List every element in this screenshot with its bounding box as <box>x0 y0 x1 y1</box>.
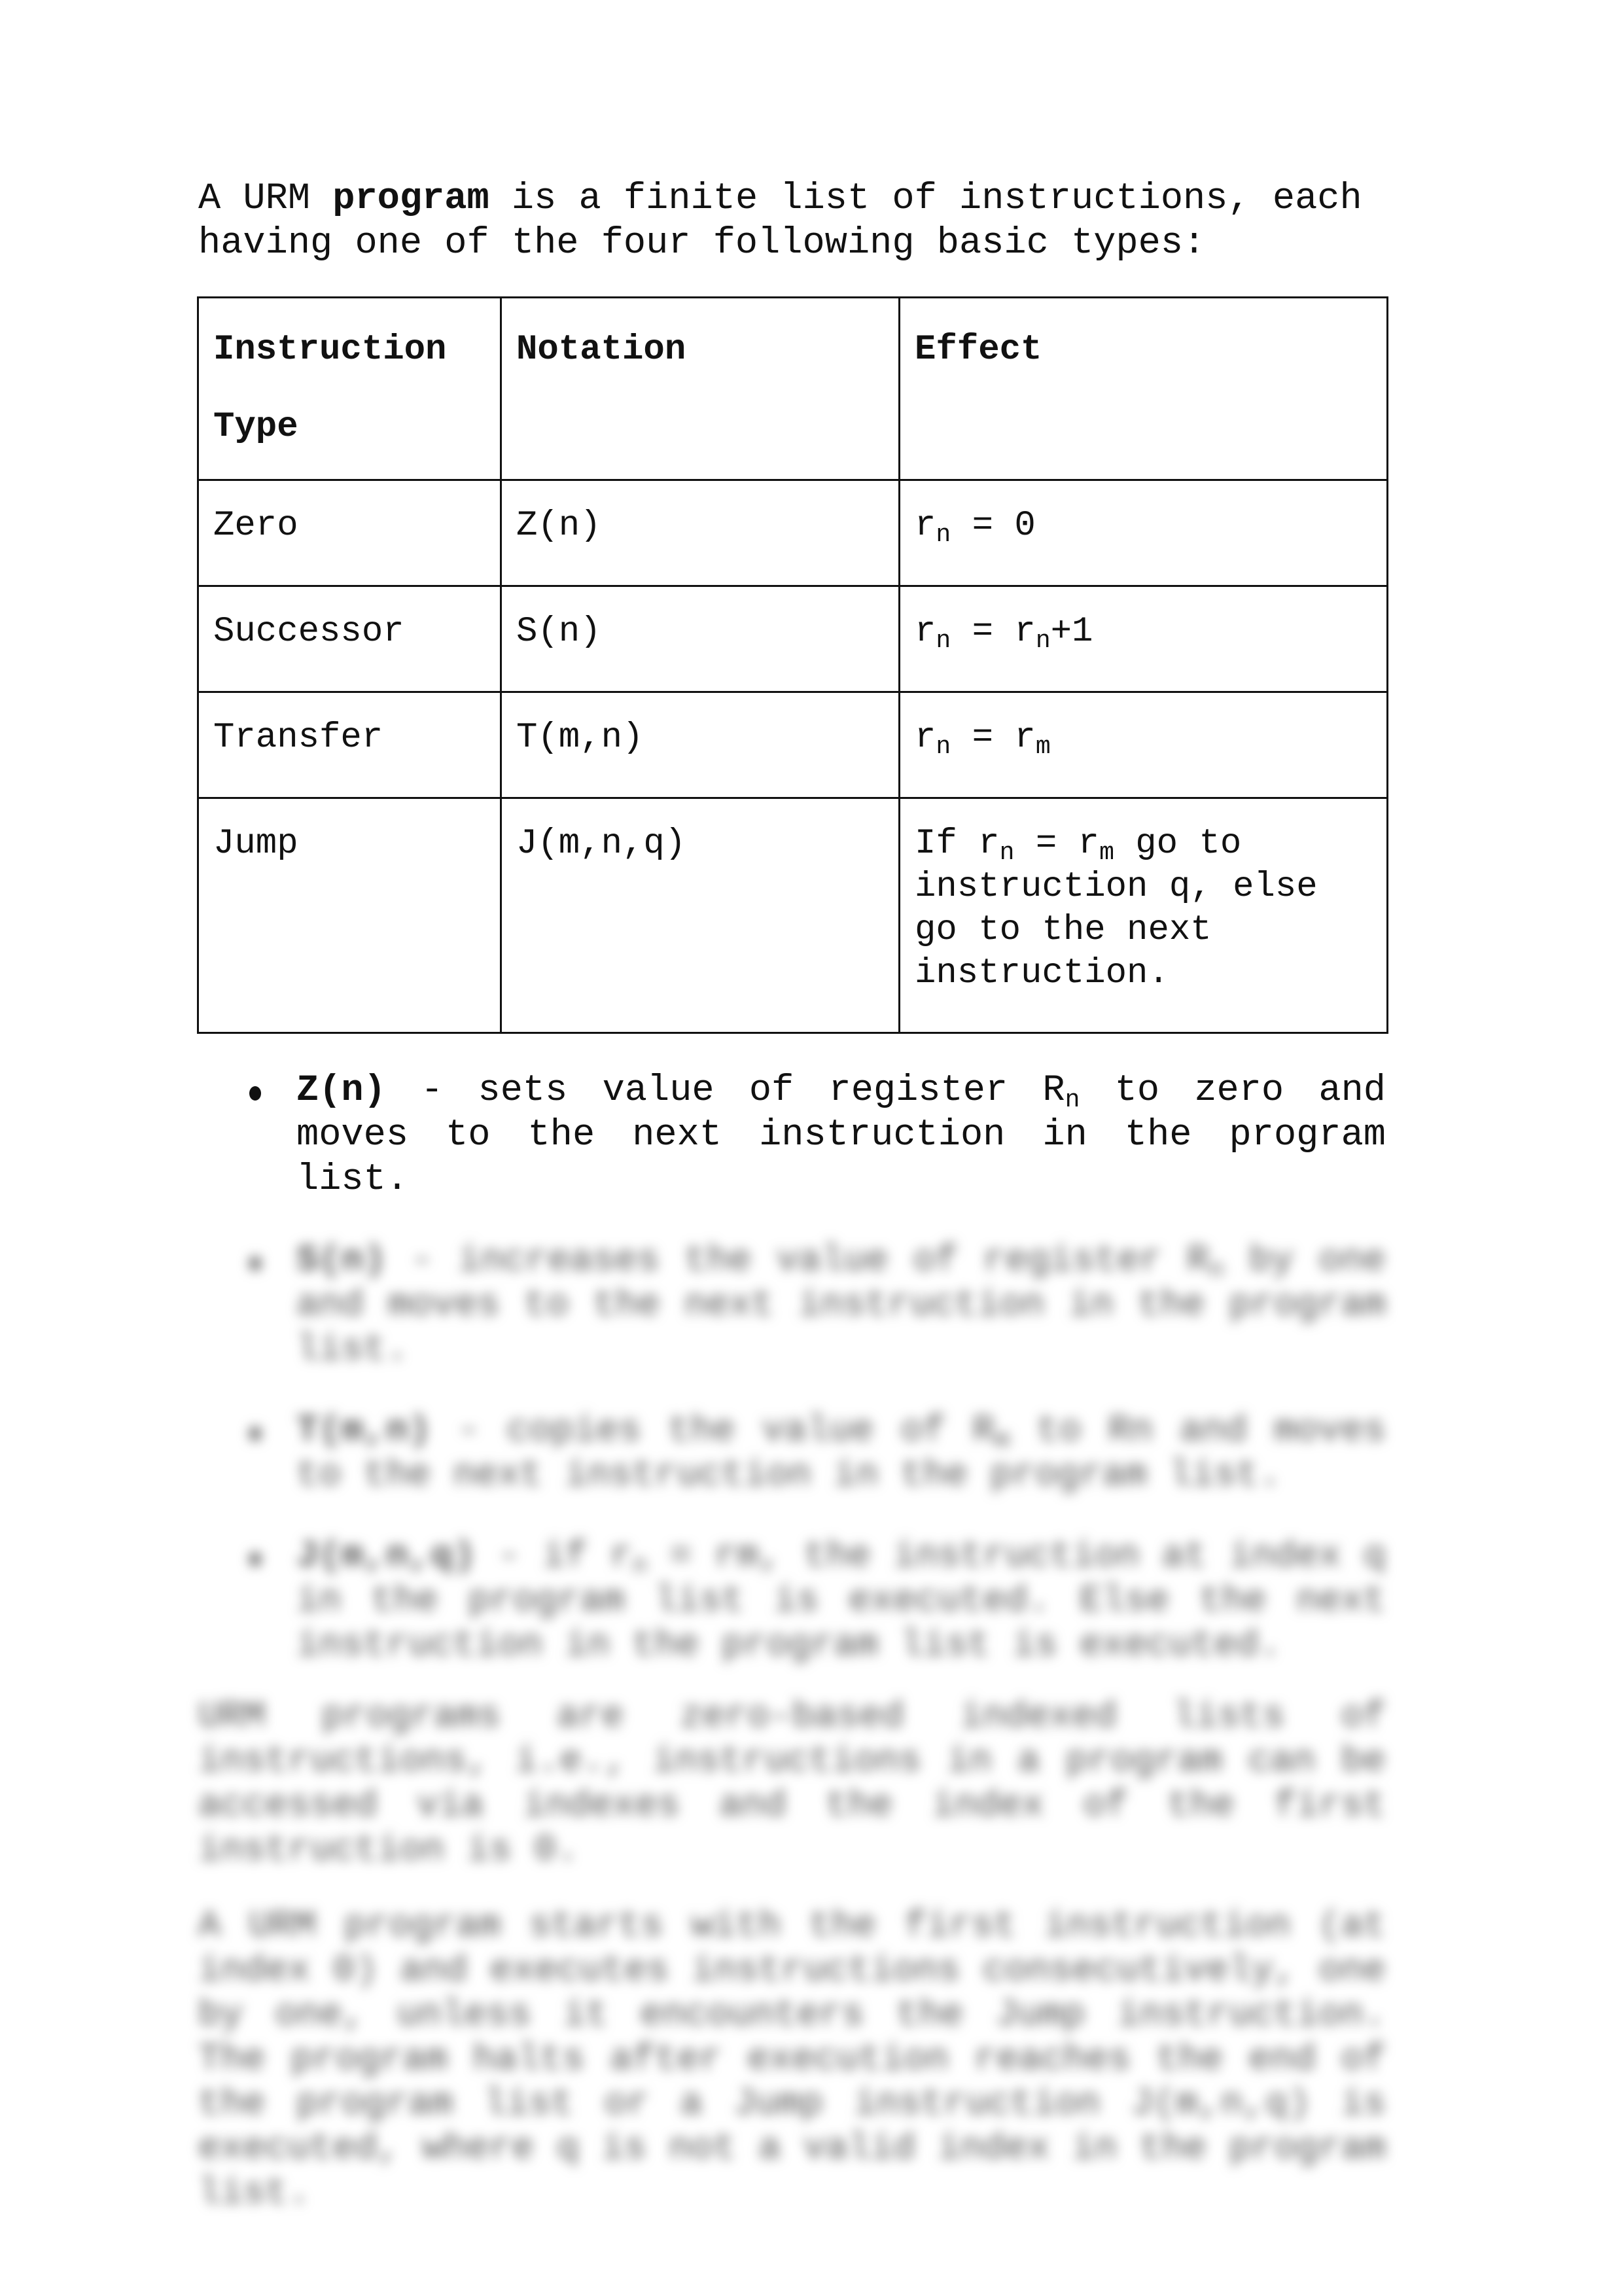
bullet-item-jump: J(m,n,q) - if rn = rm, the instruction a… <box>198 1534 1386 1668</box>
cell-effect: rn = rm <box>898 691 1388 799</box>
header-effect: Effect <box>898 296 1388 481</box>
bullet-term: J(m,n,q) <box>296 1536 476 1578</box>
intro-text-before: A URM <box>198 178 333 220</box>
bullet-term: S(n) <box>296 1240 386 1282</box>
cell-notation: J(m,n,q) <box>500 797 900 1034</box>
header-instruction-type: Instruction Type <box>197 296 502 481</box>
table-row: Zero Z(n) rn = 0 <box>197 479 1388 587</box>
indexing-paragraph: URM programs are zero-based indexed list… <box>198 1696 1386 1871</box>
cell-effect: If rn = rm go to instruction q, else go … <box>898 797 1388 1034</box>
bullet-dot-icon <box>249 1256 261 1271</box>
bullet-dot-icon <box>249 1552 261 1566</box>
instruction-bullet-list: Z(n) - sets value of register Rn to zero… <box>198 1069 1386 1704</box>
table-row: Successor S(n) rn = rn+1 <box>197 585 1388 693</box>
bullet-dot-icon <box>249 1426 261 1441</box>
cell-notation: S(n) <box>500 585 900 693</box>
table-row: Jump J(m,n,q) If rn = rm go to instructi… <box>197 797 1388 1034</box>
cell-type: Transfer <box>197 691 502 799</box>
cell-notation: T(m,n) <box>500 691 900 799</box>
intro-bold-term: program <box>332 178 489 220</box>
cell-type: Jump <box>197 797 502 1034</box>
intro-paragraph: A URM program is a finite list of instru… <box>198 177 1386 266</box>
bullet-item-successor: S(n) - increases the value of register R… <box>198 1239 1386 1372</box>
document-page: A URM program is a finite list of instru… <box>0 0 1622 2296</box>
cell-type: Successor <box>197 585 502 693</box>
table-row: Transfer T(m,n) rn = rm <box>197 691 1388 799</box>
cell-effect: rn = 0 <box>898 479 1388 587</box>
bullet-item-transfer: T(m,n) - copies the value of Rm to Rn an… <box>198 1409 1386 1498</box>
bullet-item-zero: Z(n) - sets value of register Rn to zero… <box>198 1069 1386 1202</box>
cell-effect: rn = rn+1 <box>898 585 1388 693</box>
bullet-dot-icon <box>249 1086 261 1101</box>
execution-paragraph: A URM program starts with the first inst… <box>198 1905 1386 2214</box>
header-notation: Notation <box>500 296 900 481</box>
cell-type: Zero <box>197 479 502 587</box>
cell-notation: Z(n) <box>500 479 900 587</box>
bullet-term: T(m,n) <box>296 1410 431 1452</box>
instruction-table: Instruction Type Notation Effect Zero Z(n… <box>197 296 1388 1034</box>
table-header-row: Instruction Type Notation Effect <box>197 296 1388 481</box>
bullet-term: Z(n) <box>296 1070 386 1112</box>
